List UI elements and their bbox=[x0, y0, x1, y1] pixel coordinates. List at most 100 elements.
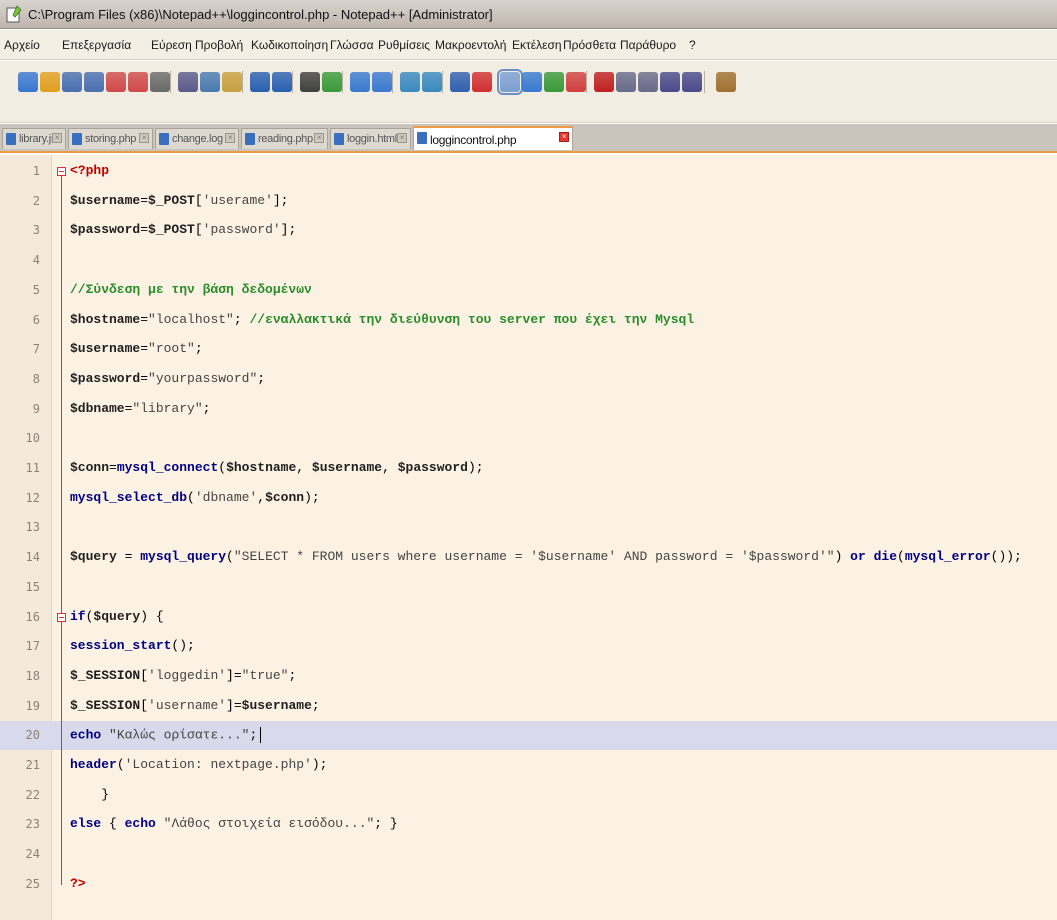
tab-close-icon[interactable]: × bbox=[559, 132, 569, 142]
tab-reading-php[interactable]: reading.php × bbox=[241, 128, 328, 149]
line-number: 18 bbox=[25, 668, 40, 683]
code-line[interactable]: 21 header('Location: nextpage.php'); bbox=[0, 751, 1057, 780]
save-all-icon[interactable] bbox=[84, 72, 104, 92]
zoom-in-icon[interactable] bbox=[350, 72, 370, 92]
record-macro-icon[interactable] bbox=[594, 72, 614, 92]
tab-library-js[interactable]: library.js × bbox=[2, 128, 66, 149]
tab-loggin-html[interactable]: loggin.html × bbox=[330, 128, 411, 149]
run-macro-multiple-icon[interactable] bbox=[660, 72, 680, 92]
code-editor[interactable]: 1 <?php 2 $username=$_POST['userame']; 3 $pas… bbox=[0, 155, 1057, 920]
code-line[interactable]: 4 bbox=[0, 246, 1057, 275]
menu-item-3[interactable]: Εύρεση bbox=[151, 38, 192, 52]
code-line[interactable]: 13 bbox=[0, 513, 1057, 542]
cut-icon[interactable] bbox=[178, 72, 198, 92]
new-file-icon[interactable] bbox=[18, 72, 38, 92]
line-number: 13 bbox=[25, 520, 40, 535]
sync-horizontal-icon[interactable] bbox=[422, 72, 442, 92]
doc-map-icon[interactable] bbox=[522, 72, 542, 92]
toolbar-separator bbox=[586, 71, 587, 93]
code-line[interactable]: 18 $_SESSION['loggedin']="true"; bbox=[0, 662, 1057, 691]
find-icon[interactable] bbox=[300, 72, 320, 92]
tab-close-icon[interactable]: × bbox=[139, 133, 149, 143]
code-text: $username=$_POST['userame']; bbox=[70, 192, 289, 208]
print-icon[interactable] bbox=[150, 72, 170, 92]
paste-icon[interactable] bbox=[222, 72, 242, 92]
code-line[interactable]: 15 bbox=[0, 573, 1057, 602]
code-line[interactable]: 20 echo "Καλώς ορίσατε..."; bbox=[0, 721, 1057, 751]
save-icon[interactable] bbox=[62, 72, 82, 92]
indent-guide-icon[interactable] bbox=[497, 69, 523, 95]
function-list-icon[interactable] bbox=[544, 72, 564, 92]
code-line[interactable]: 10 bbox=[0, 424, 1057, 453]
fold-toggle-icon[interactable] bbox=[57, 612, 66, 622]
stop-macro-icon[interactable] bbox=[616, 72, 636, 92]
file-icon bbox=[72, 133, 82, 145]
zoom-out-icon[interactable] bbox=[372, 72, 392, 92]
line-number: 22 bbox=[25, 787, 40, 802]
menu-item-11[interactable]: Παράθυρο bbox=[620, 38, 676, 52]
code-line[interactable]: 8 $password="yourpassword"; bbox=[0, 365, 1057, 394]
code-line[interactable]: 24 bbox=[0, 840, 1057, 869]
line-number: 16 bbox=[25, 609, 40, 624]
close-all-icon[interactable] bbox=[128, 72, 148, 92]
tab-close-icon[interactable]: × bbox=[314, 133, 324, 143]
code-line[interactable]: 12 mysql_select_db('dbname',$conn); bbox=[0, 484, 1057, 513]
tab-change-log[interactable]: change.log × bbox=[155, 128, 239, 149]
code-line[interactable]: 1 <?php bbox=[0, 157, 1057, 186]
open-file-icon[interactable] bbox=[40, 72, 60, 92]
menu-item-2[interactable]: Επεξεργασία bbox=[62, 38, 131, 52]
code-line[interactable]: 23 else { echo "Λάθος στοιχεία εισόδου...… bbox=[0, 810, 1057, 839]
tab-loggincontrol-php[interactable]: loggincontrol.php × bbox=[413, 126, 573, 150]
menu-item-5[interactable]: Κωδικοποίηση bbox=[251, 38, 328, 52]
menu-item-12[interactable]: ? bbox=[689, 38, 696, 52]
menu-item-1[interactable]: Αρχείο bbox=[4, 38, 40, 52]
code-line[interactable]: 9 $dbname="library"; bbox=[0, 395, 1057, 424]
menu-item-7[interactable]: Ρυθμίσεις bbox=[378, 38, 430, 52]
menu-item-9[interactable]: Εκτέλεση bbox=[512, 38, 562, 52]
line-number: 20 bbox=[25, 728, 40, 743]
code-text: <?php bbox=[70, 163, 110, 178]
code-line[interactable]: 25 ?> bbox=[0, 870, 1057, 899]
show-all-chars-icon[interactable] bbox=[472, 72, 492, 92]
line-number: 5 bbox=[32, 282, 40, 297]
code-line[interactable]: 11 $conn=mysql_connect($hostname, $userna… bbox=[0, 454, 1057, 483]
word-wrap-icon[interactable] bbox=[450, 72, 470, 92]
folder-workspace-icon[interactable] bbox=[566, 72, 586, 92]
tab-close-icon[interactable]: × bbox=[52, 133, 62, 143]
code-line[interactable]: 16 if($query) { bbox=[0, 603, 1057, 632]
menu-item-8[interactable]: Μακροεντολή bbox=[435, 38, 506, 52]
code-line[interactable]: 6 $hostname="localhost"; //εναλλακτικά τη… bbox=[0, 306, 1057, 335]
replace-icon[interactable] bbox=[322, 72, 342, 92]
code-text: $username="root"; bbox=[70, 341, 203, 357]
fold-toggle-icon[interactable] bbox=[57, 167, 66, 176]
toolbar-separator bbox=[342, 71, 343, 93]
spell-check-icon[interactable] bbox=[716, 72, 736, 92]
close-icon[interactable] bbox=[106, 72, 126, 92]
code-text: else { echo "Λάθος στοιχεία εισόδου...";… bbox=[70, 816, 398, 832]
code-line[interactable]: 14 $query = mysql_query("SELECT * FROM us… bbox=[0, 543, 1057, 572]
line-number: 11 bbox=[25, 461, 40, 475]
code-line[interactable]: 19 $_SESSION['username']=$username; bbox=[0, 692, 1057, 721]
menu-item-4[interactable]: Προβολή bbox=[195, 38, 243, 52]
copy-icon[interactable] bbox=[200, 72, 220, 92]
line-number: 14 bbox=[25, 550, 40, 565]
play-macro-icon[interactable] bbox=[638, 72, 658, 92]
tab-storing-php[interactable]: storing.php × bbox=[68, 128, 153, 149]
sync-vertical-icon[interactable] bbox=[400, 72, 420, 92]
code-line[interactable]: 2 $username=$_POST['userame']; bbox=[0, 187, 1057, 216]
redo-icon[interactable] bbox=[272, 72, 292, 92]
menu-item-10[interactable]: Πρόσθετα bbox=[563, 38, 616, 52]
code-line[interactable]: 3 $password=$_POST['password']; bbox=[0, 216, 1057, 245]
menu-item-6[interactable]: Γλώσσα bbox=[330, 38, 374, 52]
code-line[interactable]: 22 } bbox=[0, 781, 1057, 810]
code-text: $password="yourpassword"; bbox=[70, 370, 266, 386]
tab-close-icon[interactable]: × bbox=[225, 133, 235, 143]
save-macro-icon[interactable] bbox=[682, 72, 702, 92]
undo-icon[interactable] bbox=[250, 72, 270, 92]
code-text: $_SESSION['username']=$username; bbox=[70, 697, 320, 713]
code-line[interactable]: 7 $username="root"; bbox=[0, 335, 1057, 364]
line-number: 10 bbox=[25, 431, 40, 446]
tab-close-icon[interactable]: × bbox=[397, 133, 407, 143]
code-line[interactable]: 5 //Σύνδεση με την βάση δεδομένων bbox=[0, 276, 1057, 305]
code-line[interactable]: 17 session_start(); bbox=[0, 632, 1057, 661]
